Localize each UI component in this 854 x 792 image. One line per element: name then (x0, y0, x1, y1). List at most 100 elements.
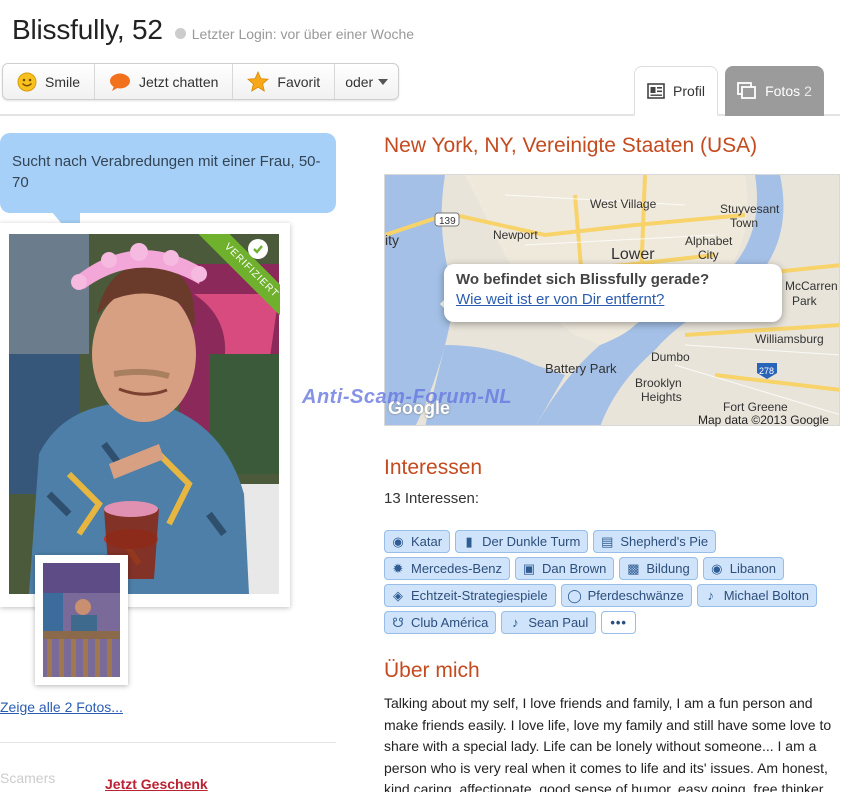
svg-text:139: 139 (439, 216, 456, 227)
tab-photos-label: Fotos (765, 83, 801, 99)
music-icon: ♪ (707, 588, 714, 603)
svg-text:ity: ity (385, 232, 399, 248)
svg-text:Park: Park (792, 294, 818, 308)
tab-profile[interactable]: Profil (634, 66, 718, 116)
interest-count: 13 Interessen: (384, 490, 480, 507)
interest-tag[interactable]: ◯ Pferdeschwänze (560, 584, 692, 607)
interest-tag[interactable]: ✹ Mercedes-Benz (384, 557, 511, 580)
gift-link[interactable]: Jetzt Geschenk (105, 776, 208, 792)
interest-tag[interactable]: ◉ Katar (384, 530, 451, 553)
svg-text:Dumbo: Dumbo (651, 350, 690, 364)
tag-row: ☋ Club América ♪ Sean Paul ••• (384, 611, 840, 638)
interest-tag[interactable]: ▩ Bildung (619, 557, 698, 580)
looking-for-bubble: Sucht nach Verabredungen mit einer Frau,… (0, 133, 336, 213)
action-bar: Smile Jetzt chatten Favorit oder (2, 63, 400, 100)
interest-tag-label: Katar (411, 534, 443, 549)
svg-text:Stuyvesant: Stuyvesant (720, 202, 780, 216)
interest-tag-label: Sean Paul (528, 615, 589, 630)
svg-text:Brooklyn: Brooklyn (635, 376, 682, 390)
map-info-popup: Wo befindet sich Blissfully gerade? Wie … (444, 264, 782, 322)
tab-profile-label: Profil (673, 82, 705, 99)
music-icon: ♪ (512, 615, 519, 630)
favorite-button[interactable]: Favorit (233, 64, 336, 99)
about-heading: Über mich (384, 659, 480, 682)
looking-for-text: Sucht nach Verabredungen mit einer Frau,… (12, 153, 321, 191)
more-dropdown[interactable]: oder (335, 64, 398, 99)
tab-photos[interactable]: Fotos 2 (725, 66, 824, 116)
interest-tag-label: Pferdeschwänze (587, 588, 684, 603)
main-photo-frame[interactable]: VERIFIZIERT (0, 223, 290, 607)
svg-text:Williamsburg: Williamsburg (755, 332, 824, 346)
interest-tag-label: Echtzeit-Strategiespiele (411, 588, 548, 603)
interest-tag-label: Bildung (646, 561, 690, 576)
interest-tag[interactable]: ▣ Dan Brown (515, 557, 615, 580)
svg-text:Lower: Lower (611, 246, 655, 263)
chat-bubble-icon (110, 73, 131, 91)
globe-icon: ◉ (392, 533, 404, 549)
left-divider (0, 742, 336, 743)
profile-name: Blissfully, 52 (12, 14, 163, 45)
photos-icon (737, 82, 756, 99)
verified-check-icon (248, 239, 268, 259)
interest-tag-label: Dan Brown (542, 561, 607, 576)
location-heading: New York, NY, Vereinigte Staaten (USA) (384, 134, 758, 157)
chat-button[interactable]: Jetzt chatten (95, 64, 234, 99)
photo-thumbnail-frame[interactable] (35, 555, 128, 685)
globe-icon: ◉ (711, 560, 723, 576)
smiley-icon (17, 72, 37, 91)
about-text: Talking about my self, I love friends an… (384, 695, 832, 792)
offline-status-icon (174, 28, 186, 39)
ring-icon: ◯ (567, 587, 582, 603)
interest-tag[interactable]: ☋ Club América (384, 611, 497, 634)
distance-link[interactable]: Wie weit ist er von Dir entfernt? (456, 291, 770, 308)
last-login: Letzter Login: vor über einer Woche (174, 25, 415, 42)
more-interests-button[interactable]: ••• (601, 611, 636, 634)
interest-tag[interactable]: ▮ Der Dunkle Turm (455, 530, 589, 553)
last-login-text: Letzter Login: vor über einer Woche (191, 25, 415, 42)
profile-header: Blissfully, 52 Letzter Login: vor über e… (12, 14, 414, 46)
profile-card-icon (647, 82, 665, 99)
star-icon (247, 71, 270, 92)
tab-photos-count: 2 (804, 83, 812, 99)
watermark: Anti-Scam-Forum-NL (302, 386, 513, 408)
tag-row: ✹ Mercedes-Benz ▣ Dan Brown ▩ Bildung ◉ Liba… (384, 557, 840, 584)
more-label: oder (345, 73, 374, 90)
svg-text:Battery Park: Battery Park (545, 361, 617, 376)
wrench-icon: ✹ (392, 560, 404, 576)
smile-label: Smile (45, 73, 81, 90)
svg-text:City: City (698, 248, 719, 262)
interests-heading: Interessen (384, 456, 483, 479)
game-icon: ◈ (393, 587, 403, 603)
food-icon: ▤ (601, 533, 614, 549)
favorite-label: Favorit (277, 73, 321, 90)
svg-text:West Village: West Village (590, 197, 657, 211)
tv-icon: ▣ (522, 560, 536, 576)
briefcase-icon: ▩ (627, 560, 640, 576)
interest-tag[interactable]: ◉ Libanon (702, 557, 785, 580)
svg-text:Heights: Heights (641, 390, 682, 404)
interest-tag[interactable]: ▤ Shepherd's Pie (593, 530, 717, 553)
svg-text:McCarren: McCarren (785, 279, 838, 293)
scamers-watermark: Scamers (0, 770, 56, 786)
photo-thumbnail[interactable] (43, 563, 120, 677)
interest-tag-label: Michael Bolton (723, 588, 809, 603)
book-icon: ▮ (465, 533, 473, 549)
show-all-photos-link[interactable]: Zeige alle 2 Fotos... (0, 699, 123, 715)
interest-tag[interactable]: ◈ Echtzeit-Strategiespiele (384, 584, 556, 607)
map-question: Wo befindet sich Blissfully gerade? (456, 271, 710, 288)
svg-text:Alphabet: Alphabet (685, 234, 733, 248)
svg-text:Newport: Newport (493, 228, 538, 242)
smile-button[interactable]: Smile (3, 64, 96, 99)
interest-tag-label: Libanon (729, 561, 777, 576)
map-credit: Map data ©2013 Google (698, 413, 829, 427)
svg-text:Town: Town (730, 216, 758, 230)
interest-tag-label: Der Dunkle Turm (482, 534, 581, 549)
interest-tag[interactable]: ♪ Sean Paul (501, 611, 597, 634)
interest-tag[interactable]: ♪ Michael Bolton (696, 584, 817, 607)
trophy-icon: ☋ (392, 614, 404, 630)
tag-row: ◉ Katar ▮ Der Dunkle Turm ▤ Shepherd's Pie (384, 530, 840, 557)
interest-tag-label: Shepherd's Pie (620, 534, 709, 549)
chat-label: Jetzt chatten (139, 73, 219, 90)
interest-tags: ◉ Katar ▮ Der Dunkle Turm ▤ Shepherd's Pie … (384, 530, 840, 638)
svg-text:278: 278 (759, 366, 774, 376)
